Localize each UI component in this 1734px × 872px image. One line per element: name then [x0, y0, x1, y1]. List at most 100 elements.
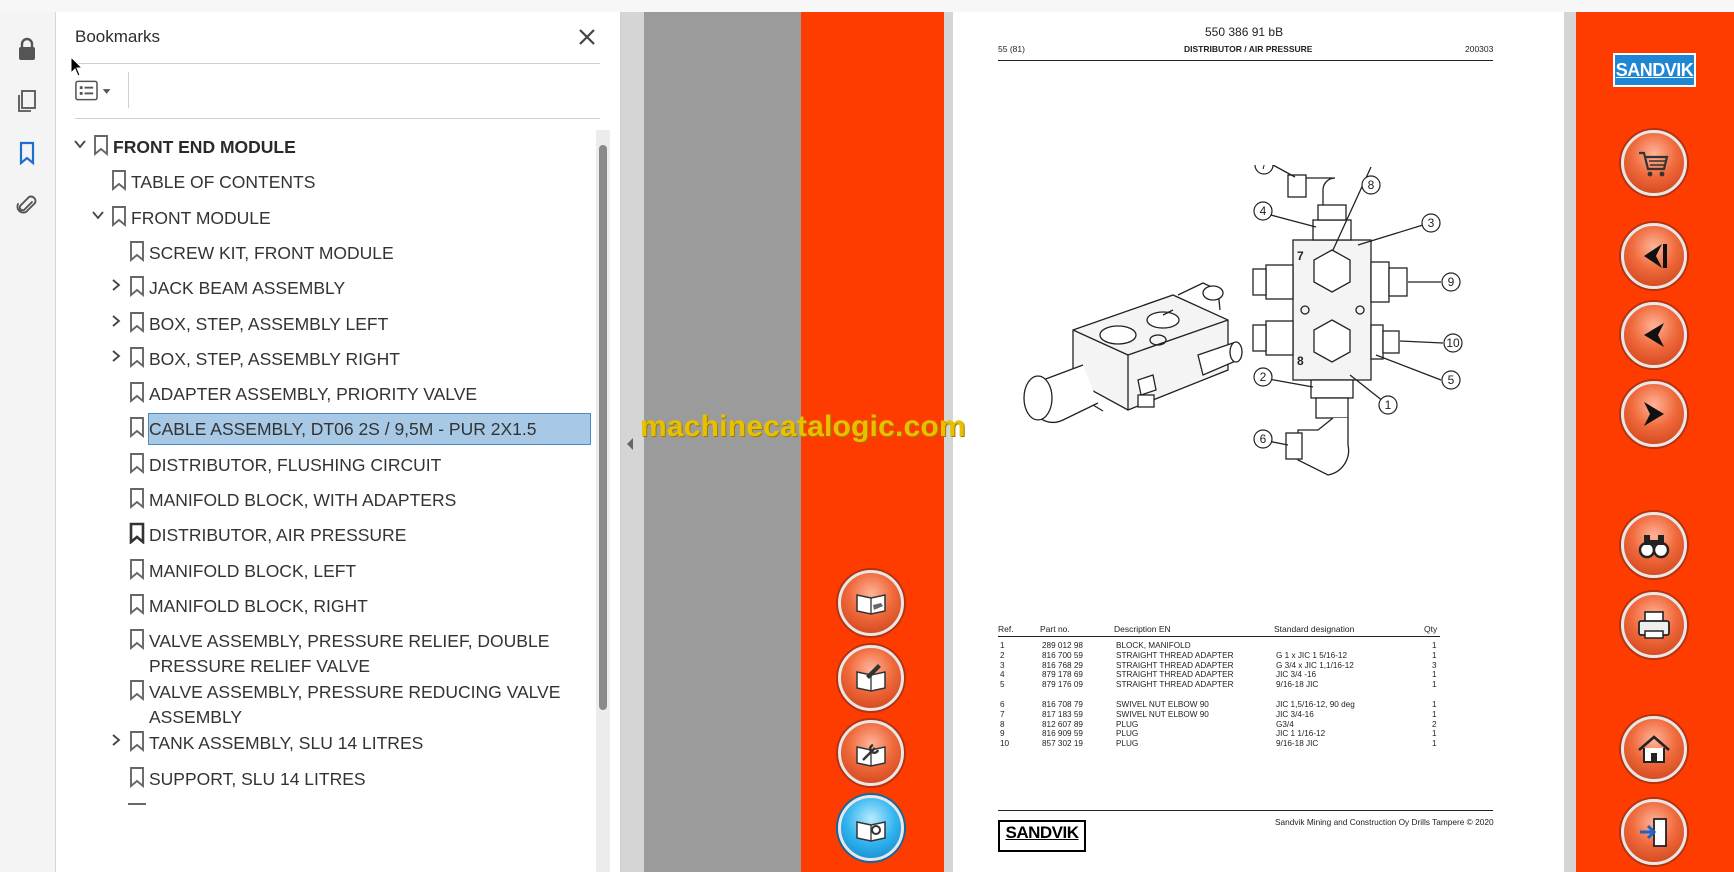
- bookmark-item[interactable]: MANIFOLD BLOCK, LEFT: [56, 554, 596, 589]
- cell-description: BLOCK, MANIFOLD: [1116, 641, 1191, 650]
- chevron-right-icon[interactable]: [106, 346, 126, 366]
- sandvik-footer-logo-text: SANDVIK: [1005, 823, 1079, 842]
- bookmark-item[interactable]: BOX, STEP, ASSEMBLY LEFT: [56, 307, 596, 342]
- header-rule: [998, 60, 1493, 61]
- pdf-viewer-window: Bookmarks FRONT END MODULE TABLE OF CONTE…: [0, 0, 1734, 872]
- attachment-icon[interactable]: [10, 189, 44, 223]
- chevron-right-icon[interactable]: [106, 311, 126, 331]
- bookmarks-panel: Bookmarks FRONT END MODULE TABLE OF CONTE…: [56, 12, 621, 872]
- chevron-right-icon[interactable]: [106, 275, 126, 295]
- bookmark-icon: [128, 416, 146, 439]
- chevron-down-icon[interactable]: [70, 134, 90, 154]
- cell-description: PLUG: [1116, 729, 1139, 739]
- col-header-part-no: Part no.: [1040, 624, 1070, 634]
- cell-standard: JIC 1 1/16-12: [1276, 729, 1326, 739]
- table-row: 5 879 176 09 STRAIGHT THREAD ADAPTER 9/16-1…: [998, 680, 1484, 690]
- cell-part-no: 857 302 19: [1042, 739, 1083, 749]
- bookmark-label: ADAPTER ASSEMBLY, PRIORITY VALVE: [149, 384, 478, 405]
- footer-rule: [998, 810, 1493, 811]
- col-header-standard: Standard designation: [1274, 624, 1355, 634]
- bookmark-item[interactable]: DISTRIBUTOR, AIR PRESSURE: [56, 518, 596, 553]
- prev-page-icon[interactable]: [1621, 302, 1687, 368]
- cell-description: STRAIGHT THREAD ADAPTER: [1116, 650, 1234, 660]
- book-search-icon[interactable]: [838, 795, 904, 861]
- bookmark-icon: [92, 134, 110, 157]
- col-header-description: Description EN: [1114, 624, 1171, 634]
- bookmark-icon: [128, 766, 146, 788]
- callout-label: 4: [1260, 204, 1267, 218]
- cell-part-no: 879 176 09: [1042, 680, 1083, 690]
- cell-standard: JIC 1,5/16-12, 90 deg: [1276, 700, 1355, 709]
- bookmark-item[interactable]: SCREW KIT, FRONT MODULE: [56, 236, 596, 271]
- cell-ref: 8: [1000, 719, 1005, 729]
- bookmark-label: MANIFOLD BLOCK, RIGHT: [149, 595, 368, 616]
- bookmark-label: DISTRIBUTOR, FLUSHING CIRCUIT: [149, 454, 442, 475]
- cell-part-no: 289 012 98: [1042, 641, 1083, 650]
- isometric-view: [1023, 282, 1243, 423]
- callout-label: 5: [1448, 373, 1455, 387]
- cell-standard: G 1 x JIC 1 5/16-12: [1276, 650, 1347, 660]
- cell-qty: 1: [1432, 700, 1437, 709]
- bookmark-item[interactable]: VALVE ASSEMBLY, PRESSURE REDUCING VALVE …: [56, 675, 596, 727]
- bookmark-icon: [128, 802, 146, 809]
- date-code: 200303: [1465, 44, 1494, 54]
- book-edit-icon[interactable]: [838, 645, 904, 711]
- bookmark-item[interactable]: DISTRIBUTOR, FLUSHING CIRCUIT: [56, 448, 596, 483]
- bookmark-options-button[interactable]: [74, 76, 120, 106]
- bookmark-label: MANIFOLD BLOCK, WITH ADAPTERS: [149, 490, 457, 510]
- next-page-icon[interactable]: [1621, 381, 1687, 447]
- sandvik-logo-text: SANDVIK: [1615, 59, 1694, 80]
- first-page-icon[interactable]: [1621, 223, 1687, 289]
- bookmark-item[interactable]: FRONT MODULE: [56, 201, 596, 236]
- chevron-down-icon[interactable]: [88, 205, 108, 225]
- bookmark-item[interactable]: SUPPORT, SLU 14 LITRES: [56, 762, 596, 797]
- block-port-mark: 7: [1297, 249, 1304, 263]
- cell-description: STRAIGHT THREAD ADAPTER: [1116, 670, 1234, 680]
- sandvik-footer-logo: SANDVIK: [998, 820, 1086, 852]
- bookmarks-tree: FRONT END MODULE TABLE OF CONTENTS FRONT M…: [56, 127, 596, 872]
- bookmark-item[interactable]: FRONT END MODULE: [56, 130, 596, 165]
- cell-description: SWIVEL NUT ELBOW 90: [1116, 709, 1209, 719]
- callout-label: 1: [1385, 398, 1392, 412]
- cell-part-no: 812 607 89: [1042, 719, 1083, 729]
- page-title: DISTRIBUTOR / AIR PRESSURE: [1184, 44, 1313, 54]
- pages-icon[interactable]: [10, 84, 44, 118]
- table-row: 1 289 012 98 BLOCK, MANIFOLD 1: [998, 641, 1484, 651]
- bookmark-icon: [128, 381, 146, 404]
- bookmark-item[interactable]: TANK ASSEMBLY, SLU 14 LITRES: [56, 726, 596, 761]
- bookmark-item[interactable]: BOX, STEP, ASSEMBLY RIGHT: [56, 342, 596, 377]
- cell-part-no: 816 700 59: [1042, 650, 1083, 660]
- bookmark-icon: [128, 679, 146, 702]
- cell-standard: JIC 3/4 -16: [1276, 670, 1317, 680]
- panel-divider: [75, 118, 600, 119]
- watermark: machinecatalogic.com: [640, 410, 966, 443]
- cart-icon[interactable]: [1621, 130, 1687, 196]
- bookmarks-scrollbar-thumb[interactable]: [599, 145, 607, 710]
- bookmark-icon: [128, 240, 146, 262]
- bookmark-item[interactable]: TABLE OF CONTENTS: [56, 165, 596, 200]
- panel-divider: [75, 63, 600, 64]
- book-hand-icon[interactable]: [838, 570, 904, 636]
- close-icon[interactable]: [574, 24, 600, 50]
- lock-icon[interactable]: [10, 32, 44, 66]
- exit-icon[interactable]: [1621, 799, 1687, 865]
- bookmark-icon[interactable]: [10, 136, 44, 170]
- collapse-panel-icon[interactable]: [625, 436, 635, 452]
- home-icon[interactable]: [1621, 716, 1687, 782]
- bookmark-label: SUPPORT, SLU 14 LITRES: [149, 768, 366, 789]
- bookmark-item[interactable]: JACK BEAM ASSEMBLY: [56, 271, 596, 306]
- printer-icon[interactable]: [1621, 592, 1687, 658]
- bookmark-item[interactable]: MANIFOLD BLOCK, RIGHT: [56, 589, 596, 624]
- binoculars-icon[interactable]: [1621, 512, 1687, 578]
- bookmark-item[interactable]: ADAPTER ASSEMBLY, PRIORITY VALVE: [56, 377, 596, 412]
- toolbar-separator: [128, 72, 129, 108]
- bookmark-item[interactable]: CABLE ASSEMBLY, DT06 2S / 9,5M - PUR 2X1…: [56, 412, 596, 447]
- bookmark-item[interactable]: MANIFOLD BLOCK, WITH ADAPTERS: [56, 483, 596, 518]
- block-port-mark: 8: [1297, 354, 1304, 368]
- chevron-right-icon[interactable]: [106, 730, 126, 750]
- col-header-ref: Ref.: [998, 624, 1014, 634]
- bookmark-item[interactable]: VALVE ASSEMBLY, PRESSURE RELIEF, DOUBLE …: [56, 624, 596, 676]
- table-row: 8 812 607 89 PLUG G3/4 2: [998, 720, 1484, 730]
- cell-ref: 3: [1000, 660, 1005, 670]
- book-wrench-icon[interactable]: [838, 720, 904, 786]
